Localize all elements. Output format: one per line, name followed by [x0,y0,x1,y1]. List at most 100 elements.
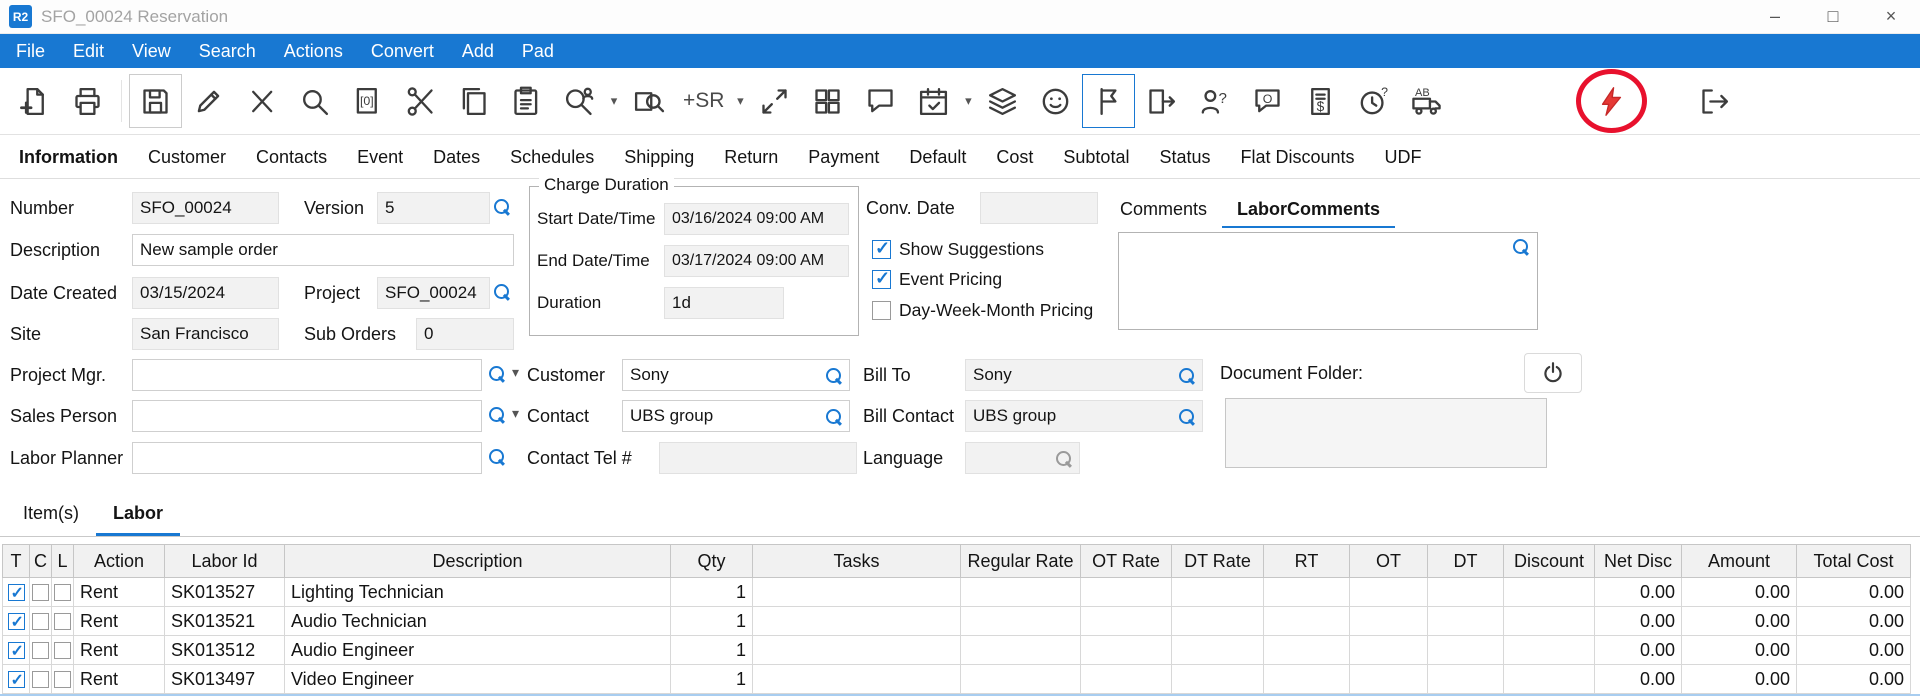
col-labor-id[interactable]: Labor Id [165,545,285,578]
tab-information[interactable]: Information [4,147,133,168]
save-button[interactable] [129,74,182,128]
project-mgr-search-icon[interactable] [489,366,506,383]
col-dt[interactable]: DT [1428,545,1504,578]
row-checkbox-l[interactable] [54,613,71,630]
row-checkbox-t[interactable] [8,584,25,601]
tab-status[interactable]: Status [1144,147,1225,168]
description-field[interactable]: New sample order [132,234,514,266]
calendar-dropdown-icon[interactable]: ▾ [960,93,976,109]
menu-pad[interactable]: Pad [508,41,568,62]
tab-subtotal[interactable]: Subtotal [1048,147,1144,168]
col-dt-rate[interactable]: DT Rate [1172,545,1264,578]
new-document-button[interactable] [8,74,61,128]
date-created-field[interactable]: 03/15/2024 [132,277,279,309]
project-search-icon[interactable] [494,284,511,301]
quick-view-button[interactable] [622,74,675,128]
close-button[interactable]: × [1862,0,1920,34]
menu-file[interactable]: File [2,41,59,62]
document-folder-box[interactable] [1225,398,1547,468]
labor-comments-box[interactable] [1118,232,1538,330]
col-c[interactable]: C [30,545,52,578]
sales-person-search-icon[interactable] [489,407,506,424]
menu-convert[interactable]: Convert [357,41,448,62]
tab-cost[interactable]: Cost [981,147,1048,168]
sub-orders-field[interactable]: 0 [416,318,514,350]
row-checkbox-l[interactable] [54,584,71,601]
minimize-button[interactable]: – [1746,0,1804,34]
version-search-icon[interactable] [494,199,511,216]
tab-event[interactable]: Event [342,147,418,168]
start-date-field[interactable]: 03/16/2024 09:00 AM [664,203,849,235]
tab-shipping[interactable]: Shipping [609,147,709,168]
bill-contact-field[interactable]: UBS group [965,400,1203,432]
col-net-disc[interactable]: Net Disc [1595,545,1682,578]
tab-schedules[interactable]: Schedules [495,147,609,168]
number-field[interactable]: SFO_00024 [132,192,279,224]
delete-button[interactable] [235,74,288,128]
bill-to-search-icon[interactable] [1179,368,1196,385]
cut-button[interactable] [394,74,447,128]
lightning-button[interactable] [1585,74,1638,128]
document-folder-button[interactable] [1524,353,1582,393]
paste-button[interactable] [500,74,553,128]
add-sr-button[interactable]: +SR [675,74,732,128]
truck-button[interactable]: AB [1400,74,1453,128]
tab-return[interactable]: Return [709,147,793,168]
tab-flat-discounts[interactable]: Flat Discounts [1226,147,1370,168]
sales-person-field[interactable] [132,400,482,432]
end-date-field[interactable]: 03/17/2024 09:00 AM [664,245,849,277]
maximize-button[interactable]: □ [1804,0,1862,34]
col-discount[interactable]: Discount [1504,545,1595,578]
table-row[interactable]: Rent SK013512 Audio Engineer 1 0.00 0.00… [3,636,1911,665]
copy-count-button[interactable]: [0] [341,74,394,128]
event-pricing-checkbox[interactable] [872,270,891,289]
project-field[interactable]: SFO_00024 [377,277,490,309]
row-checkbox-c[interactable] [32,642,49,659]
col-qty[interactable]: Qty [671,545,753,578]
print-button[interactable] [61,74,114,128]
message-o-button[interactable]: O [1241,74,1294,128]
tab-items[interactable]: Item(s) [6,493,96,536]
col-ot-rate[interactable]: OT Rate [1081,545,1172,578]
logout-button[interactable] [1688,74,1741,128]
menu-edit[interactable]: Edit [59,41,118,62]
col-rt[interactable]: RT [1264,545,1350,578]
tab-contacts[interactable]: Contacts [241,147,342,168]
col-amount[interactable]: Amount [1682,545,1797,578]
copy-button[interactable] [447,74,500,128]
labor-planner-field[interactable] [132,442,482,474]
col-l[interactable]: L [52,545,74,578]
search-button[interactable] [288,74,341,128]
menu-search[interactable]: Search [185,41,270,62]
row-checkbox-c[interactable] [32,671,49,688]
exit-door-button[interactable] [1135,74,1188,128]
table-row[interactable]: Rent SK013527 Lighting Technician 1 0.00… [3,578,1911,607]
comment-button[interactable] [854,74,907,128]
day-week-month-pricing-checkbox[interactable] [872,301,891,320]
tab-payment[interactable]: Payment [793,147,894,168]
project-mgr-field[interactable] [132,359,482,391]
version-field[interactable]: 5 [377,192,490,224]
menu-add[interactable]: Add [448,41,508,62]
menu-view[interactable]: View [118,41,185,62]
row-checkbox-t[interactable] [8,642,25,659]
contact-field[interactable]: UBS group [622,400,850,432]
show-suggestions-checkbox[interactable] [872,240,891,259]
row-checkbox-l[interactable] [54,642,71,659]
table-row[interactable]: Rent SK013497 Video Engineer 1 0.00 0.00… [3,665,1911,694]
search-person-dropdown-icon[interactable]: ▾ [606,93,622,109]
add-sr-dropdown-icon[interactable]: ▾ [732,93,748,109]
col-tasks[interactable]: Tasks [753,545,961,578]
flag-button[interactable] [1082,74,1135,128]
expand-button[interactable] [748,74,801,128]
duration-field[interactable]: 1d [664,287,784,319]
tab-default[interactable]: Default [894,147,981,168]
layers-button[interactable] [976,74,1029,128]
conv-date-field[interactable] [980,192,1098,224]
clock-info-button[interactable]: ? [1347,74,1400,128]
sales-person-dropdown-icon[interactable]: ▾ [512,405,519,422]
edit-button[interactable] [182,74,235,128]
labor-planner-search-icon[interactable] [489,449,506,466]
tab-customer[interactable]: Customer [133,147,241,168]
calendar-button[interactable] [907,74,960,128]
